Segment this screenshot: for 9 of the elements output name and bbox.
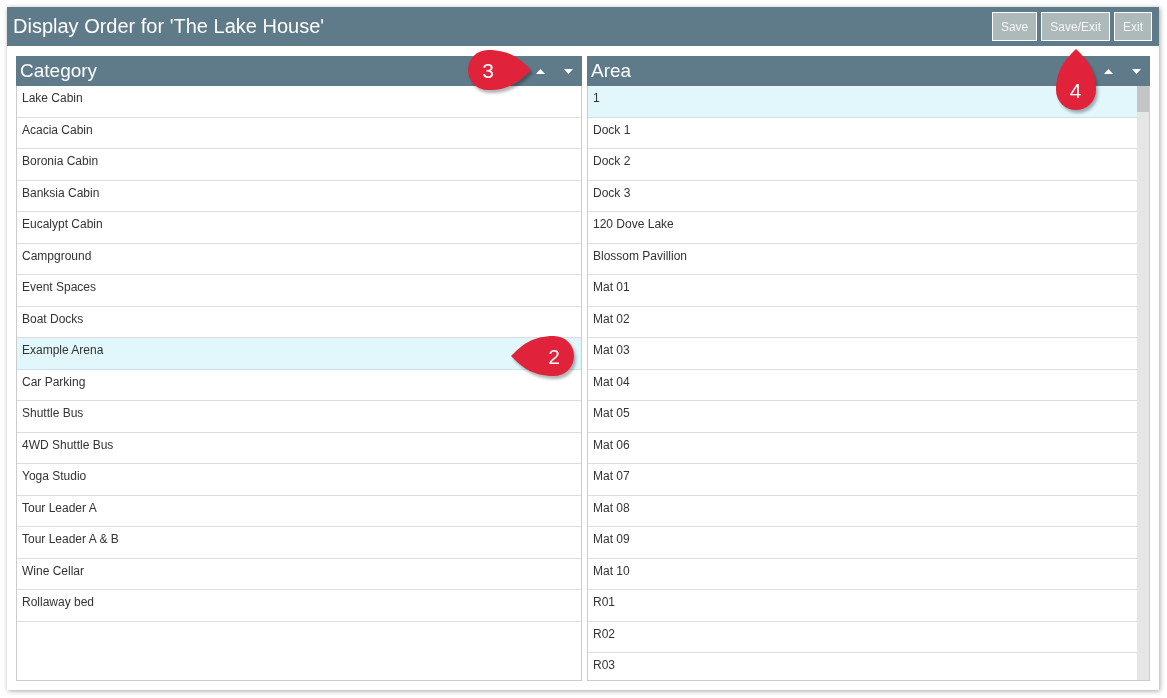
caret-down-icon	[563, 68, 573, 74]
caret-up-icon	[1103, 68, 1113, 74]
caret-down-icon	[1131, 68, 1141, 74]
panel-title: Category	[20, 60, 98, 82]
scrollbar[interactable]	[1137, 86, 1149, 680]
scrollbar-thumb[interactable]	[1137, 86, 1149, 112]
window-title: Display Order for 'The Lake House'	[13, 15, 325, 38]
caret-up-icon	[535, 68, 545, 74]
panel-title: Area	[591, 60, 632, 82]
